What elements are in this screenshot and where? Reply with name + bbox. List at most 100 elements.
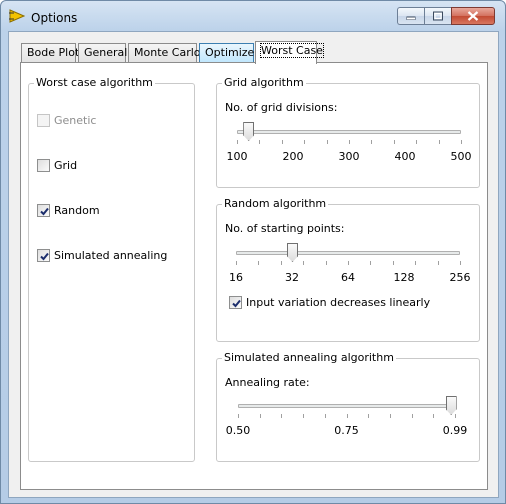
- slider-tick-label: 100: [226, 150, 248, 163]
- slider-tick: [438, 140, 440, 144]
- app-logo-icon: [9, 9, 25, 23]
- tab-optimizer[interactable]: Optimizer: [199, 43, 259, 63]
- close-icon: [467, 11, 479, 21]
- slider-tick: [392, 261, 394, 265]
- slider-tick-label: 200: [282, 150, 304, 163]
- slider-track[interactable]: [237, 130, 461, 134]
- random-algorithm-group: Random algorithm No. of starting points:…: [216, 197, 480, 342]
- annealing-algorithm-group: Simulated annealing algorithm Annealing …: [216, 351, 480, 462]
- slider-tick: [461, 140, 462, 144]
- option-linear-decrease[interactable]: Input variation decreases linearly: [229, 295, 430, 309]
- maximize-icon: [433, 11, 443, 21]
- slider-tick: [280, 261, 282, 265]
- slider-tick: [303, 261, 305, 265]
- group-title: Worst case algorithm: [34, 76, 155, 89]
- slider-tick-label: 500: [450, 150, 472, 163]
- slider-tick: [437, 261, 439, 265]
- title-bar[interactable]: Options: [1, 1, 505, 31]
- tab-label: General: [84, 46, 128, 59]
- slider-tick: [259, 140, 261, 144]
- slider-tick: [370, 261, 372, 265]
- options-window: Options Bode Plot General Monte Carlo Op…: [0, 0, 506, 504]
- slider-tick: [259, 414, 261, 418]
- slider-tick: [416, 140, 418, 144]
- slider-tick: [303, 414, 305, 418]
- slider-tick-label: 16: [229, 271, 243, 284]
- tab-worst-case[interactable]: Worst Case: [255, 41, 324, 64]
- window-title: Options: [31, 11, 78, 25]
- slider-track[interactable]: [236, 251, 460, 255]
- slider-thumb[interactable]: [243, 122, 255, 141]
- slider-thumb[interactable]: [287, 243, 298, 262]
- checkbox[interactable]: [37, 203, 50, 217]
- tab-label: Bode Plot: [27, 46, 80, 59]
- slider-tick: [258, 261, 260, 265]
- option-label: Random: [54, 203, 100, 217]
- tab-bode-plot[interactable]: Bode Plot: [21, 43, 80, 63]
- option-simulated-annealing[interactable]: Simulated annealing: [37, 248, 167, 262]
- slider-tick: [281, 414, 283, 418]
- checkbox[interactable]: [37, 113, 50, 127]
- grid-divisions-label: No. of grid divisions:: [225, 101, 338, 114]
- slider-tick: [326, 140, 328, 144]
- grid-algorithm-group: Grid algorithm No. of grid divisions: 10…: [216, 76, 480, 188]
- checkmark-icon: [40, 207, 49, 215]
- slider-tick-label: 64: [341, 271, 355, 284]
- slider-tick: [433, 414, 435, 418]
- tab-label: Optimizer: [205, 46, 259, 59]
- worst-case-algorithm-group: Worst case algorithm Genetic Grid Random…: [28, 76, 195, 462]
- slider-tick: [389, 414, 391, 418]
- checkbox[interactable]: [37, 158, 50, 172]
- tab-monte-carlo[interactable]: Monte Carlo: [128, 43, 201, 63]
- checkbox[interactable]: [229, 295, 242, 309]
- slider-tick-label: 0.75: [334, 424, 359, 437]
- close-button[interactable]: [451, 7, 495, 25]
- slider-tick: [238, 414, 239, 418]
- slider-tick-label: 300: [338, 150, 360, 163]
- option-label: Simulated annealing: [54, 248, 168, 262]
- slider-tick: [349, 140, 350, 144]
- group-title: Simulated annealing algorithm: [222, 351, 396, 364]
- slider-tick: [237, 140, 238, 144]
- tab-label: Worst Case: [260, 43, 324, 58]
- slider-tick: [371, 140, 373, 144]
- slider-tick-label: 400: [394, 150, 416, 163]
- maximize-button[interactable]: [424, 7, 451, 25]
- slider-tick-label: 0.50: [225, 424, 251, 437]
- slider-tick-label: 0.99: [442, 424, 468, 437]
- starting-points-label: No. of starting points:: [225, 222, 345, 235]
- tab-label: Monte Carlo: [134, 46, 201, 59]
- option-label: Genetic: [54, 113, 97, 127]
- slider-tick: [368, 414, 370, 418]
- slider-tick: [324, 414, 326, 418]
- worst-case-panel: Worst case algorithm Genetic Grid Random…: [20, 62, 488, 490]
- dialog-client-area: Bode Plot General Monte Carlo Optimizer …: [8, 31, 499, 498]
- group-title: Grid algorithm: [222, 76, 306, 89]
- checkmark-icon: [232, 299, 241, 307]
- minimize-icon: [406, 16, 416, 20]
- slider-thumb[interactable]: [445, 396, 457, 415]
- group-title: Random algorithm: [222, 197, 329, 210]
- slider-tick-label: 32: [285, 271, 299, 284]
- caption-buttons: [397, 7, 495, 25]
- slider-track[interactable]: [238, 404, 455, 408]
- tab-general[interactable]: General: [78, 43, 128, 63]
- option-label: Grid: [54, 158, 78, 172]
- slider-tick-label: 128: [393, 271, 415, 284]
- slider-tick: [281, 140, 283, 144]
- option-grid[interactable]: Grid: [37, 158, 77, 172]
- option-genetic[interactable]: Genetic: [37, 113, 96, 127]
- slider-tick: [411, 414, 413, 418]
- slider-tick: [304, 140, 306, 144]
- slider-tick: [393, 140, 395, 144]
- checkbox[interactable]: [37, 248, 50, 262]
- slider-tick: [455, 414, 456, 418]
- slider-tick: [325, 261, 327, 265]
- slider-tick: [236, 261, 237, 265]
- option-random[interactable]: Random: [37, 203, 100, 217]
- slider-tick: [415, 261, 417, 265]
- minimize-button[interactable]: [397, 7, 424, 25]
- annealing-rate-label: Annealing rate:: [225, 376, 310, 389]
- option-label: Input variation decreases linearly: [246, 295, 431, 309]
- slider-tick: [460, 261, 461, 265]
